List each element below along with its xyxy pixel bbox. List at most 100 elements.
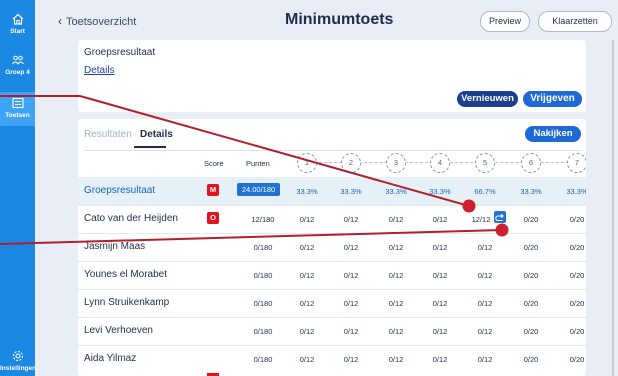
question-cell[interactable]: 0/20	[557, 327, 586, 336]
question-cell[interactable]: 0/12	[420, 299, 460, 308]
question-cell[interactable]: 0/12	[465, 271, 505, 280]
question-cell[interactable]: 0/12	[420, 355, 460, 364]
sidebar-item-label: Start	[10, 28, 25, 35]
question-cell: 66.7%	[474, 187, 496, 196]
question-cell[interactable]: 0/12	[465, 327, 505, 336]
question-cell: 33.3%	[340, 187, 362, 196]
table-row[interactable]: Younes el Morabet 0/180 0/12 0/12 0/12 0…	[78, 261, 586, 290]
sidebar-item-toetsen[interactable]: Toetsen	[0, 92, 35, 126]
question-cell[interactable]: 0/12	[465, 355, 505, 364]
question-cell[interactable]: 0/12	[287, 355, 327, 364]
question-cell[interactable]: 0/12	[376, 215, 416, 224]
punten-value: 0/180	[253, 271, 273, 280]
page-title: Minimumtoets	[285, 11, 394, 28]
row-name: Younes el Morabet	[84, 269, 168, 280]
question-cell[interactable]: 0/12	[331, 299, 371, 308]
active-tab-indicator	[134, 146, 166, 148]
question-cell[interactable]: 0/12	[420, 243, 460, 252]
question-cell[interactable]: 0/20	[557, 355, 586, 364]
question-cell[interactable]: 0/12	[287, 327, 327, 336]
question-4-marker[interactable]: 4	[430, 153, 450, 173]
table-row-group[interactable]: Groepsresultaat M 24.00/180 33.3% 33.3% …	[78, 177, 586, 206]
sidebar-item-label: Instellingen	[0, 365, 37, 372]
tests-icon	[11, 97, 24, 109]
question-cell[interactable]: 0/12	[465, 243, 505, 252]
gear-icon	[12, 350, 23, 362]
question-1-marker[interactable]: 1	[297, 153, 317, 173]
question-cell[interactable]: 0/12	[465, 299, 505, 308]
question-cell[interactable]: 0/12	[331, 243, 371, 252]
question-cell[interactable]: 0/12	[331, 355, 371, 364]
question-cell[interactable]: 0/12	[376, 327, 416, 336]
group-icon	[11, 55, 24, 65]
punten-value: 24.00/180	[237, 183, 280, 196]
sidebar-item-label: Toetsen	[5, 112, 30, 119]
punten-column-header: Punten	[246, 159, 270, 168]
question-cell[interactable]: 0/12	[287, 299, 327, 308]
sidebar-item-groep[interactable]: Groep 4	[0, 53, 35, 76]
question-5-marker[interactable]: 5	[475, 153, 495, 173]
question-cell[interactable]: 0/12	[376, 271, 416, 280]
klaarzetten-button[interactable]: Klaarzetten	[538, 11, 612, 32]
question-cell[interactable]: 0/12	[287, 271, 327, 280]
question-cell[interactable]: 0/20	[511, 243, 551, 252]
row-name: Lynn Struikenkamp	[84, 297, 170, 308]
table-row[interactable]: Levi Verhoeven 0/180 0/12 0/12 0/12 0/12…	[78, 317, 586, 346]
vrijgeven-button[interactable]: Vrijgeven	[523, 91, 582, 107]
question-cell[interactable]: 0/12	[376, 355, 416, 364]
sidebar-item-start[interactable]: Start	[0, 12, 35, 35]
preview-button[interactable]: Preview	[480, 11, 530, 32]
row-name: Aida Yilmaz	[84, 353, 137, 364]
home-icon	[12, 13, 23, 25]
tab-resultaten[interactable]: Resultaten	[84, 129, 132, 140]
details-link[interactable]: Details	[84, 65, 115, 76]
tab-details[interactable]: Details	[140, 129, 173, 140]
question-cell[interactable]: 0/20	[557, 215, 586, 224]
question-cell[interactable]: 0/20	[511, 327, 551, 336]
question-cell[interactable]: 0/12	[331, 215, 371, 224]
top-bar: ‹ Toetsoverzicht Minimumtoets Preview Kla…	[35, 0, 618, 40]
row-name: Cato van der Heijden	[84, 213, 178, 224]
score-badge: M	[207, 184, 219, 196]
table-row[interactable]: Cato van der Heijden O 12/180 0/12 0/12 …	[78, 205, 586, 234]
question-cell: 33.3%	[520, 187, 542, 196]
question-cell[interactable]: 0/12	[420, 215, 460, 224]
question-7-marker[interactable]: 7	[567, 153, 586, 173]
question-cell[interactable]: 0/12	[420, 327, 460, 336]
vernieuwen-button[interactable]: Vernieuwen	[457, 91, 518, 107]
sidebar-item-instellingen[interactable]: Instellingen	[0, 349, 37, 372]
question-cell[interactable]: 0/12	[287, 215, 327, 224]
question-2-marker[interactable]: 2	[341, 153, 361, 173]
question-3-marker[interactable]: 3	[386, 153, 406, 173]
row-name: Levi Verhoeven	[84, 325, 153, 336]
question-cell[interactable]: 0/20	[511, 271, 551, 280]
table-row[interactable]: Aida Yilmaz 0/180 0/12 0/12 0/12 0/12 0/…	[78, 345, 586, 373]
question-cell: 33.3%	[385, 187, 407, 196]
question-cell[interactable]: 0/20	[511, 355, 551, 364]
sidebar-item-label: Groep 4	[5, 69, 30, 76]
nakijken-button[interactable]: Nakijken	[525, 126, 581, 142]
question-cell[interactable]: 0/12	[331, 271, 371, 280]
question-cell[interactable]: 0/20	[511, 215, 551, 224]
question-cell[interactable]: 0/12	[420, 271, 460, 280]
table-row[interactable]: Lynn Struikenkamp 0/180 0/12 0/12 0/12 0…	[78, 289, 586, 318]
question-cell[interactable]: 0/20	[557, 243, 586, 252]
sidebar: Start Groep 4 Toetsen Instellingen	[0, 0, 37, 376]
undo-icon[interactable]	[494, 211, 506, 223]
scrollbar[interactable]	[612, 40, 614, 376]
back-link-label: Toetsoverzicht	[66, 16, 137, 28]
question-cell: 33.3%	[566, 187, 586, 196]
question-cell[interactable]: 0/12	[331, 327, 371, 336]
question-cell[interactable]: 0/12	[287, 243, 327, 252]
question-cell[interactable]: 0/12	[376, 299, 416, 308]
punten-value: 0/180	[253, 299, 273, 308]
row-name: Groepsresultaat	[84, 185, 156, 196]
question-cell[interactable]: 0/20	[557, 271, 586, 280]
question-cell[interactable]: 0/20	[511, 299, 551, 308]
question-cell[interactable]: 0/12	[376, 243, 416, 252]
back-link[interactable]: ‹ Toetsoverzicht	[58, 14, 136, 28]
table-row[interactable]: Jasmijn Maas 0/180 0/12 0/12 0/12 0/12 0…	[78, 233, 586, 262]
question-6-marker[interactable]: 6	[521, 153, 541, 173]
question-cell: 33.3%	[429, 187, 451, 196]
question-cell[interactable]: 0/20	[557, 299, 586, 308]
